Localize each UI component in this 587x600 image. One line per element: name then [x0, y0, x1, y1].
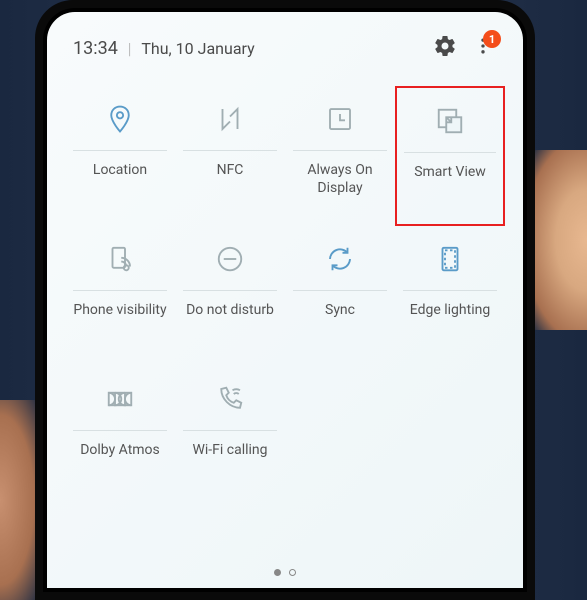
dnd-icon — [215, 234, 245, 284]
quick-settings-grid: Location NFC Always On Display — [65, 86, 505, 506]
tile-wifi-calling[interactable]: Wi-Fi calling — [175, 366, 285, 506]
tile-nfc[interactable]: NFC — [175, 86, 285, 226]
page-indicator[interactable] — [274, 569, 296, 576]
tile-label: Wi-Fi calling — [188, 441, 271, 459]
quick-settings-panel: 13:34 | Thu, 10 January 1 — [47, 12, 523, 588]
tile-label: Always On Display — [285, 161, 395, 197]
phone-visibility-icon — [105, 234, 135, 284]
tile-label: Smart View — [410, 163, 490, 181]
tile-always-on-display[interactable]: Always On Display — [285, 86, 395, 226]
tile-label: Dolby Atmos — [76, 441, 164, 459]
location-icon — [105, 94, 135, 144]
page-dot-2 — [289, 569, 296, 576]
tile-edge-lighting[interactable]: Edge lighting — [395, 226, 505, 366]
sync-icon — [325, 234, 355, 284]
tile-smart-view[interactable]: Smart View — [395, 86, 505, 226]
smart-view-icon — [435, 96, 465, 146]
tile-dolby-atmos[interactable]: Dolby Atmos — [65, 366, 175, 506]
tile-label: Sync — [321, 301, 359, 319]
clock-square-icon — [325, 94, 355, 144]
tile-phone-visibility[interactable]: Phone visibility — [65, 226, 175, 366]
status-bar: 13:34 | Thu, 10 January 1 — [65, 34, 505, 62]
tile-label: Location — [89, 161, 151, 179]
settings-icon[interactable] — [433, 34, 457, 62]
more-options-icon[interactable]: 1 — [473, 36, 497, 60]
clock: 13:34 — [73, 38, 118, 59]
tile-label: Do not disturb — [182, 301, 278, 319]
nfc-icon — [215, 94, 245, 144]
tile-label: Phone visibility — [69, 301, 170, 319]
date: Thu, 10 January — [141, 39, 254, 58]
edge-lighting-icon — [435, 234, 465, 284]
tile-label: Edge lighting — [406, 301, 494, 319]
tile-do-not-disturb[interactable]: Do not disturb — [175, 226, 285, 366]
tile-sync[interactable]: Sync — [285, 226, 395, 366]
phone-frame: 13:34 | Thu, 10 January 1 — [35, 0, 535, 600]
page-dot-1 — [274, 569, 281, 576]
divider: | — [128, 39, 132, 58]
tile-label: NFC — [213, 161, 248, 179]
notification-badge: 1 — [483, 30, 501, 48]
tile-location[interactable]: Location — [65, 86, 175, 226]
dolby-icon — [105, 374, 135, 424]
wifi-calling-icon — [215, 374, 245, 424]
